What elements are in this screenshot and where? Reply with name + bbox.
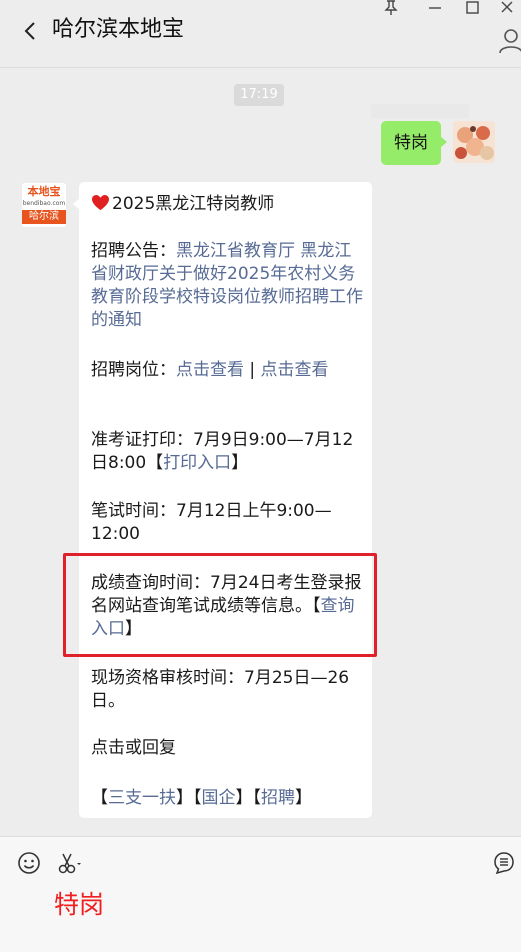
- incoming-message-bubble: 2025黑龙江特岗教师 招聘公告：黑龙江省教育厅 黑龙江省财政厅关于做好2025…: [73, 182, 372, 818]
- bracket: 】: [176, 788, 193, 808]
- minimize-icon[interactable]: [424, 0, 446, 16]
- outgoing-message-bubble[interactable]: 特岗: [381, 121, 447, 165]
- bracket: 【: [193, 788, 202, 808]
- admission-close: 】: [231, 453, 249, 473]
- logo-domain: bendibao.com: [22, 200, 66, 207]
- bracket: 】: [295, 788, 312, 808]
- bracket: 】: [235, 788, 253, 808]
- pin-icon[interactable]: [380, 0, 402, 16]
- chat-history-icon[interactable]: [492, 851, 516, 875]
- exam-time-text: 笔试时间：7月12日上午9:00—12:00: [91, 501, 332, 544]
- bracket: 【: [252, 788, 262, 808]
- admission-paragraph: 准考证打印：7月9日9:00—7月12日8:00【打印入口】: [91, 429, 363, 475]
- message-title: 2025黑龙江特岗教师: [112, 194, 275, 214]
- notice-paragraph: 招聘公告：黑龙江省教育厅 黑龙江省财政厅关于做好2025年农村义务教育阶段学校特…: [91, 240, 363, 332]
- logo-city: 哈尔滨: [22, 210, 66, 224]
- close-icon[interactable]: [498, 0, 520, 16]
- emoji-icon[interactable]: [17, 851, 41, 875]
- keyword-link-zhaopin[interactable]: 招聘: [261, 788, 295, 808]
- keyword-link-sanzhiyifu[interactable]: 三支一扶: [108, 788, 176, 808]
- official-account-avatar[interactable]: 本地宝 bendibao.com 哈尔滨: [22, 183, 66, 227]
- chat-title: 哈尔滨本地宝: [52, 17, 185, 42]
- chat-header: 哈尔滨本地宝: [0, 0, 521, 68]
- position-link-1[interactable]: 点击查看: [176, 360, 244, 380]
- logo-text: 本地宝: [27, 185, 61, 198]
- position-link-2[interactable]: 点击查看: [261, 360, 329, 380]
- bracket: 【: [91, 788, 108, 808]
- message-input-field[interactable]: 特岗: [54, 887, 104, 923]
- message-title-line: 2025黑龙江特岗教师: [91, 193, 363, 216]
- keyword-link-guoqi[interactable]: 国企: [202, 788, 236, 808]
- position-label: 招聘岗位：: [91, 360, 176, 380]
- message-timestamp: 17:19: [234, 84, 284, 106]
- screenshot-scissors-icon[interactable]: [57, 851, 83, 875]
- review-time-text: 现场资格审核时间：7月25日—26日。: [91, 668, 350, 711]
- print-entry-link[interactable]: 打印入口: [163, 453, 231, 473]
- position-paragraph: 招聘岗位：点击查看 | 点击查看: [91, 359, 363, 382]
- notice-label: 招聘公告：: [91, 241, 176, 261]
- maximize-icon[interactable]: [462, 0, 484, 16]
- message-input-area[interactable]: 特岗: [0, 836, 521, 952]
- profile-icon[interactable]: [497, 28, 521, 54]
- keyword-links: 【三支一扶】【国企】【招聘】: [91, 787, 363, 810]
- highlight-box: [63, 553, 377, 657]
- reply-prompt-text: 点击或回复: [91, 738, 176, 758]
- send-button[interactable]: [371, 104, 469, 118]
- my-avatar[interactable]: [453, 121, 495, 163]
- position-separator: |: [244, 360, 261, 380]
- back-arrow-icon[interactable]: [22, 21, 40, 41]
- heart-icon: [92, 194, 109, 211]
